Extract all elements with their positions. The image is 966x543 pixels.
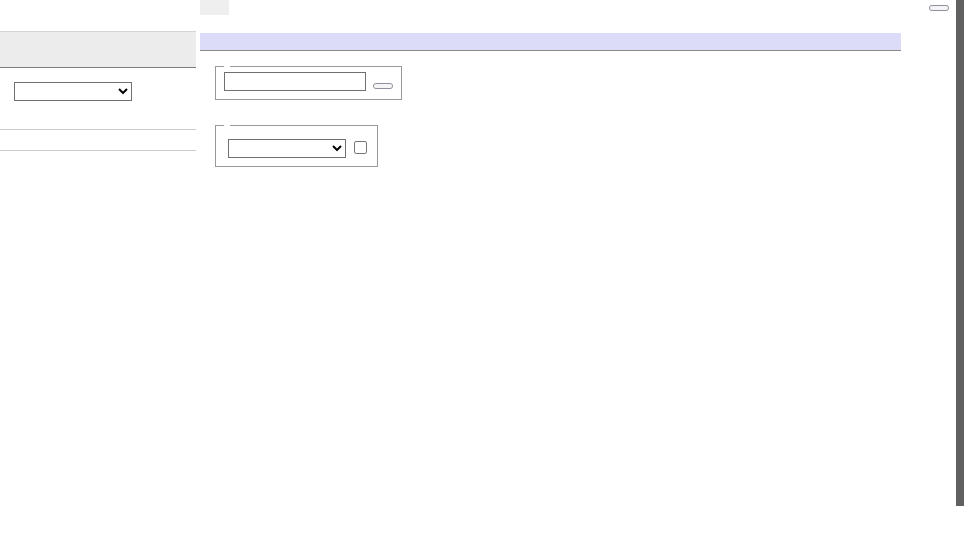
sidebar-actions — [0, 113, 196, 130]
overwrite-checkbox[interactable] — [354, 141, 367, 154]
logout-button[interactable] — [929, 5, 949, 11]
sidebar — [0, 0, 196, 543]
search-fieldset — [215, 66, 402, 100]
db-select[interactable] — [14, 82, 132, 101]
app-title — [0, 31, 196, 68]
breadcrumb — [200, 0, 229, 15]
move-db-select[interactable] — [228, 139, 346, 158]
page-title — [200, 33, 901, 51]
search-input[interactable] — [224, 72, 366, 91]
scrollbar-thumb[interactable] — [956, 0, 964, 506]
db-selector-row — [0, 68, 196, 113]
move-row — [224, 139, 369, 158]
main-content — [200, 33, 901, 186]
search-button[interactable] — [373, 83, 393, 89]
overwrite-option — [354, 141, 369, 155]
sidebar-table-links — [0, 130, 196, 151]
selected-fieldset — [215, 125, 378, 167]
